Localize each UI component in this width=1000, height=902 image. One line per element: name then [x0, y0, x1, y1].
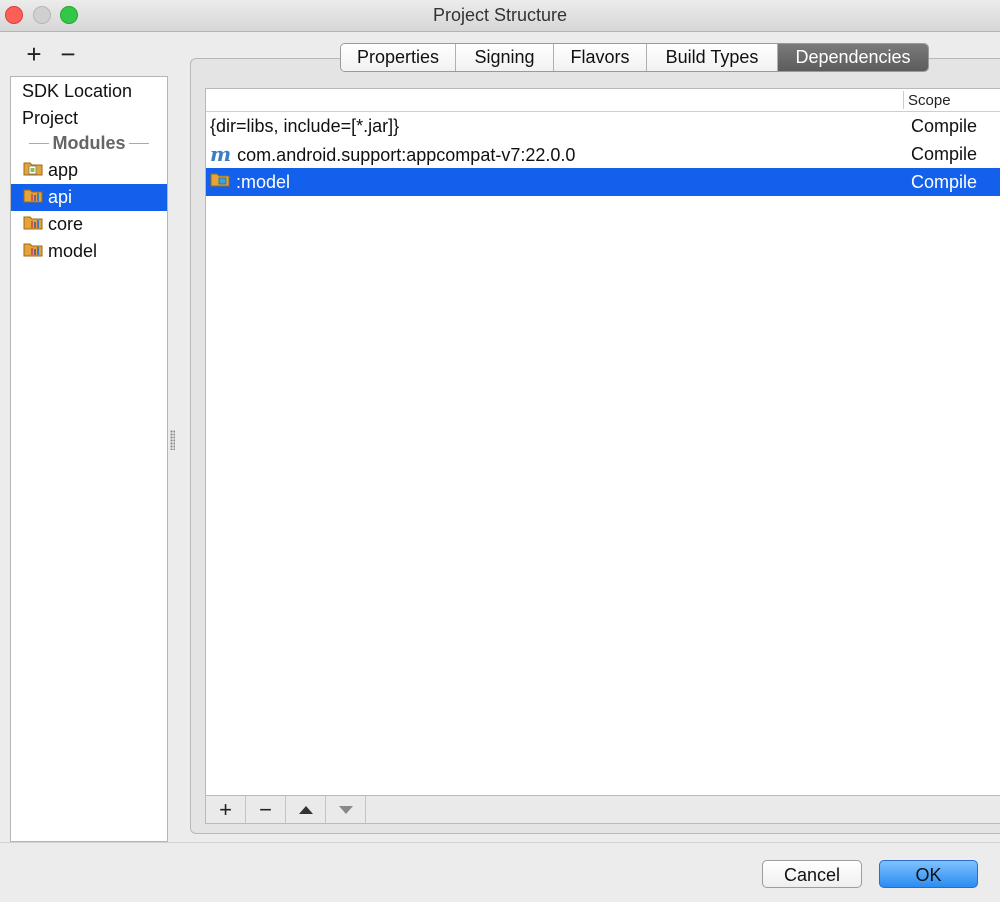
tab-signing[interactable]: Signing: [456, 44, 554, 71]
module-item-api[interactable]: api: [11, 184, 167, 211]
add-module-button[interactable]: +: [17, 41, 51, 67]
table-toolbar: + −: [205, 795, 1000, 824]
table-row[interactable]: :model Compile: [206, 168, 1000, 196]
sidebar-item-label: Project: [22, 108, 79, 128]
modules-section-header: Modules: [11, 132, 167, 154]
table-row[interactable]: m com.android.support:appcompat-v7:22.0.0…: [206, 140, 1000, 168]
dependency-scope[interactable]: Compile: [911, 140, 977, 168]
module-folder-icon: [210, 167, 230, 195]
cancel-button[interactable]: Cancel: [762, 860, 862, 888]
modules-header-label: Modules: [49, 133, 129, 153]
module-list-panel: SDK Location Project Modules app api cor…: [10, 76, 168, 842]
tab-flavors[interactable]: Flavors: [554, 44, 647, 71]
arrow-down-icon: [339, 806, 353, 814]
dependency-scope[interactable]: Compile: [911, 168, 977, 196]
module-label: api: [48, 187, 73, 207]
add-dependency-button[interactable]: +: [206, 796, 246, 823]
tab-label: Properties: [356, 47, 440, 67]
tab-label: Signing: [474, 47, 535, 67]
library-module-icon: [23, 211, 43, 238]
move-down-button[interactable]: [326, 796, 366, 823]
table-row[interactable]: {dir=libs, include=[*.jar]} Compile: [206, 112, 1000, 140]
column-header-scope[interactable]: Scope: [903, 91, 951, 109]
tab-bar: Properties Signing Flavors Build Types D…: [340, 43, 929, 72]
module-item-app[interactable]: app: [11, 157, 167, 184]
remove-dependency-button[interactable]: −: [246, 796, 286, 823]
android-module-icon: [23, 157, 43, 184]
tab-label: Build Types: [665, 47, 759, 67]
maven-icon: m: [210, 142, 232, 166]
dependency-scope[interactable]: Compile: [911, 112, 977, 140]
tab-label: Dependencies: [795, 47, 911, 67]
module-item-model[interactable]: model: [11, 238, 167, 265]
library-module-icon: [23, 184, 43, 211]
remove-module-button[interactable]: −: [51, 41, 85, 67]
title-bar: Project Structure: [0, 0, 1000, 32]
tab-build-types[interactable]: Build Types: [647, 44, 778, 71]
tab-label: Flavors: [570, 47, 630, 67]
arrow-up-icon: [299, 806, 313, 814]
module-label: model: [48, 241, 98, 261]
dependencies-table: Scope {dir=libs, include=[*.jar]} Compil…: [205, 88, 1000, 796]
tab-dependencies[interactable]: Dependencies: [778, 44, 928, 71]
sidebar-item-label: SDK Location: [22, 81, 133, 101]
tab-properties[interactable]: Properties: [341, 44, 456, 71]
dialog-footer: Cancel OK: [0, 842, 1000, 902]
ok-button[interactable]: OK: [879, 860, 978, 888]
dependency-name: {dir=libs, include=[*.jar]}: [210, 116, 400, 136]
dependency-name: :model: [236, 172, 291, 192]
dependency-name-cell: :model: [210, 168, 290, 197]
sidebar-item-project[interactable]: Project: [11, 105, 167, 132]
sidebar-item-sdk-location[interactable]: SDK Location: [11, 78, 167, 105]
module-controls: + −: [17, 41, 85, 67]
table-header: Scope: [206, 89, 1000, 112]
move-up-button[interactable]: [286, 796, 326, 823]
library-module-icon: [23, 238, 43, 265]
splitter-handle[interactable]: [170, 430, 175, 450]
dependency-name-cell: m com.android.support:appcompat-v7:22.0.0: [210, 140, 575, 169]
dependency-name: com.android.support:appcompat-v7:22.0.0: [237, 145, 576, 165]
module-label: core: [48, 214, 84, 234]
module-item-core[interactable]: core: [11, 211, 167, 238]
window-title: Project Structure: [432, 5, 568, 25]
module-label: app: [48, 160, 79, 180]
